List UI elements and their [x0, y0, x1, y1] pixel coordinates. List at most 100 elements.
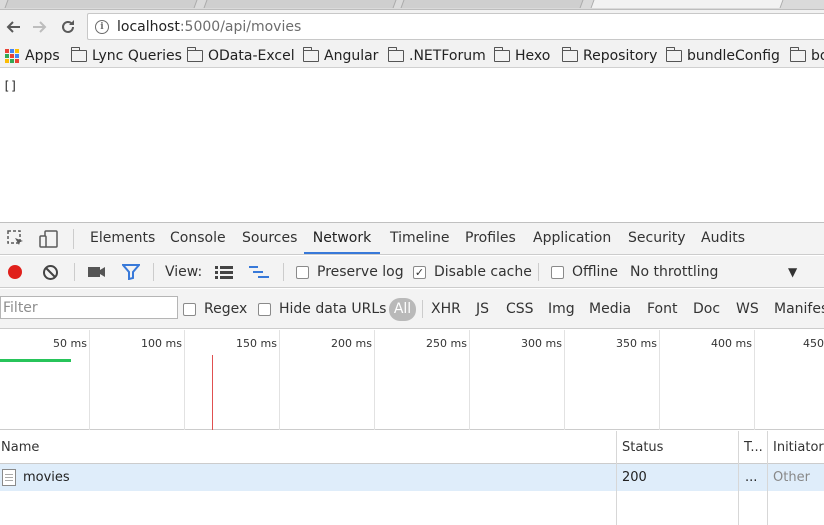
folder-icon [70, 47, 87, 62]
grid-line [564, 330, 565, 430]
address-bar[interactable]: i localhost:5000/api/movies [87, 13, 824, 40]
throttling-select[interactable]: No throttling [630, 256, 718, 288]
tick-label: 450 [803, 337, 824, 350]
filter-font[interactable]: Font [647, 289, 677, 329]
filter-css[interactable]: CSS [506, 289, 534, 329]
request-name[interactable]: movies [23, 464, 70, 491]
bookmark-angular[interactable]: Angular [302, 46, 378, 66]
filter-img[interactable]: Img [548, 289, 575, 329]
tab-network[interactable]: Network [304, 223, 380, 254]
tab-strip [0, 0, 824, 10]
capture-screenshots-icon[interactable] [87, 256, 106, 288]
load-event-marker [212, 355, 213, 430]
tick-label: 300 ms [521, 337, 562, 350]
folder-icon [302, 47, 319, 62]
column-divider[interactable] [616, 431, 617, 525]
tick-label: 100 ms [141, 337, 182, 350]
checkbox[interactable] [258, 302, 271, 316]
checkbox[interactable] [183, 302, 196, 316]
response-body: [] [3, 79, 18, 93]
browser-tab[interactable] [400, 0, 584, 8]
toolbar-divider [422, 300, 423, 318]
bookmark-bo[interactable]: bo [789, 46, 824, 66]
tab-audits[interactable]: Audits [698, 223, 748, 254]
checkbox[interactable] [551, 265, 564, 279]
offline-checkbox[interactable]: Offline [551, 256, 618, 288]
filter-ws[interactable]: WS [736, 289, 759, 329]
filter-media[interactable]: Media [589, 289, 631, 329]
filter-xhr[interactable]: XHR [431, 289, 461, 329]
checkbox-checked[interactable]: ✓ [413, 265, 426, 279]
table-row[interactable]: movies 200 ... Other [0, 464, 824, 491]
column-header-name[interactable]: Name [0, 431, 39, 464]
tab-profiles[interactable]: Profiles [462, 223, 519, 254]
column-divider[interactable] [738, 431, 739, 525]
clear-icon[interactable] [42, 256, 59, 288]
tab-security[interactable]: Security [625, 223, 689, 254]
folder-icon [665, 47, 682, 62]
folder-icon [186, 47, 203, 62]
filter-icon[interactable] [122, 256, 140, 288]
tab-sources[interactable]: Sources [239, 223, 300, 254]
large-rows-icon[interactable] [215, 256, 233, 288]
bookmark-hexo[interactable]: Hexo [493, 46, 550, 66]
view-label: View: [165, 264, 203, 280]
info-icon[interactable]: i [95, 19, 109, 34]
disable-cache-checkbox[interactable]: ✓ Disable cache [413, 256, 532, 288]
grid-line [184, 330, 185, 430]
network-overview-timeline[interactable]: 50 ms 100 ms 150 ms 200 ms 250 ms 300 ms… [0, 330, 824, 430]
tick-label: 400 ms [711, 337, 752, 350]
grid-line [89, 330, 90, 430]
request-status: 200 [622, 470, 647, 485]
tick-label: 150 ms [236, 337, 277, 350]
preserve-log-checkbox[interactable]: Preserve log [296, 256, 404, 288]
dom-content-loaded-bar [0, 359, 71, 362]
toolbar-divider [74, 263, 75, 281]
browser-toolbar: i localhost:5000/api/movies [0, 10, 824, 44]
column-header-status[interactable]: Status [621, 431, 663, 464]
network-filter-bar: Regex Hide data URLs All XHR JS CSS Img … [0, 289, 824, 329]
column-header-initiator[interactable]: Initiator [772, 431, 824, 464]
column-divider[interactable] [767, 431, 768, 525]
filter-doc[interactable]: Doc [693, 289, 720, 329]
tab-console[interactable]: Console [167, 223, 229, 254]
reload-icon[interactable] [57, 16, 79, 38]
apps-icon [5, 49, 19, 63]
chevron-down-icon[interactable]: ▼ [788, 256, 797, 288]
forward-arrow-icon[interactable] [29, 16, 51, 38]
url-text[interactable]: localhost:5000/api/movies [117, 19, 301, 35]
toolbar-divider [538, 263, 539, 281]
folder-icon [387, 47, 404, 62]
document-icon [2, 469, 16, 486]
grid-line [754, 330, 755, 430]
inspect-element-icon[interactable] [7, 230, 25, 248]
bookmark-repository[interactable]: Repository [561, 46, 657, 66]
device-toolbar-icon[interactable] [39, 230, 58, 248]
browser-tab[interactable] [203, 0, 397, 8]
bookmark-bundleconfig[interactable]: bundleConfig [665, 46, 780, 66]
back-arrow-icon[interactable] [2, 16, 24, 38]
waterfall-icon[interactable] [249, 256, 269, 288]
bookmark-odata-excel[interactable]: OData-Excel [186, 46, 295, 66]
filter-js[interactable]: JS [476, 289, 489, 329]
bookmarks-bar: Apps Lync Queries OData-Excel Angular .N… [0, 44, 824, 68]
checkbox[interactable] [296, 265, 309, 279]
bookmark-lync-queries[interactable]: Lync Queries [70, 46, 182, 66]
tab-elements[interactable]: Elements [87, 223, 158, 254]
regex-checkbox[interactable]: Regex [183, 289, 247, 329]
tab-application[interactable]: Application [530, 223, 614, 254]
bookmark-netforum[interactable]: .NETForum [387, 46, 486, 66]
record-button[interactable] [7, 256, 23, 288]
browser-tab[interactable] [4, 0, 198, 8]
tick-label: 200 ms [331, 337, 372, 350]
browser-tab-active[interactable] [590, 0, 784, 8]
column-header-type[interactable]: T... [743, 431, 763, 464]
toolbar-divider [73, 229, 74, 249]
bookmark-apps[interactable]: Apps [5, 46, 60, 66]
filter-input[interactable] [0, 296, 178, 319]
requests-table: Name Status T... Initiator movies 200 ..… [0, 431, 824, 525]
tab-timeline[interactable]: Timeline [387, 223, 453, 254]
filter-manifest[interactable]: Manifes [774, 289, 824, 329]
filter-all-button[interactable]: All [389, 298, 416, 321]
hide-data-urls-checkbox[interactable]: Hide data URLs [258, 289, 386, 329]
